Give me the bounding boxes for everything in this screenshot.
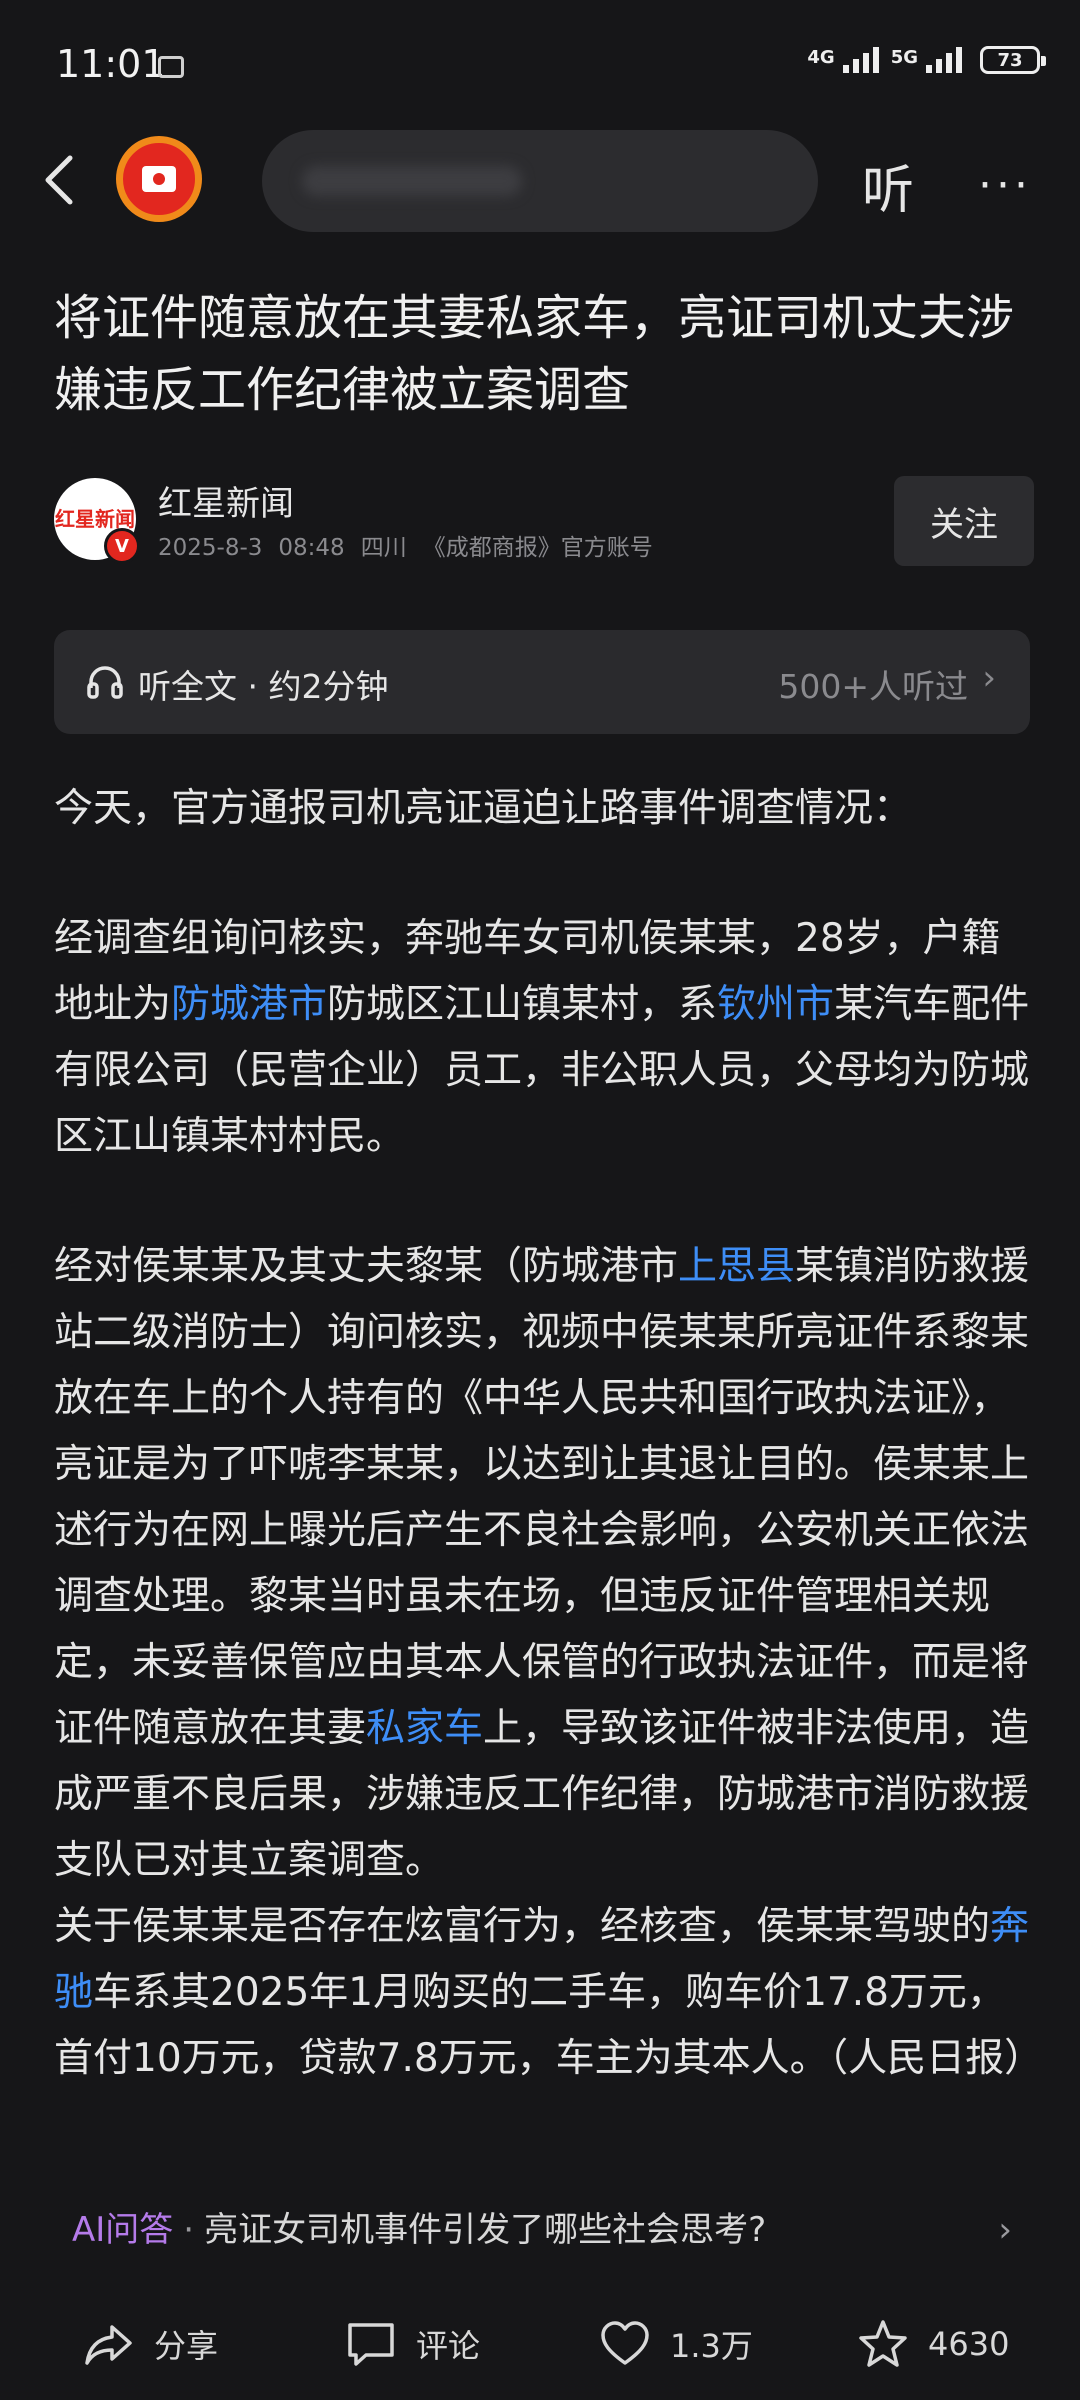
signal-5g-icon: 5G [891,47,962,73]
link-private-car[interactable]: 私家车 [366,1706,483,1751]
favorite-icon [859,2320,907,2367]
article-title: 将证件随意放在其妻私家车，亮证司机丈夫涉嫌违反工作纪律被立案调查 [54,290,1015,418]
back-button[interactable] [40,152,90,208]
publish-time: 08:48 [278,535,345,561]
paragraph-4: 关于侯某某是否存在炫富行为，经核查，侯某某驾驶的奔驰车系其2025年1月购买的二… [54,1904,1044,2081]
battery-icon: 73 [980,46,1046,74]
ai-question-text: 亮证女司机事件引发了哪些社会思考? [204,2210,767,2250]
link-shangsi[interactable]: 上思县 [678,1244,795,1289]
ai-qa-label: AI问答 [72,2210,174,2250]
account-avatar[interactable] [116,136,202,222]
comment-button[interactable]: 评论 [344,2314,480,2374]
favorite-button[interactable]: 4630 [856,2314,1009,2374]
listen-button[interactable]: 听 [862,148,914,223]
headphone-icon [87,666,123,699]
author-row: 红星新闻 V 红星新闻 2025-8-3 08:48 四川 《成都商报》官方账号 关注 [54,476,1034,568]
top-bar: 听 ··· [0,130,1080,232]
favorite-count: 4630 [928,2325,1010,2363]
listen-full-text-bar[interactable]: 听全文 · 约2分钟 500+人听过 › [54,630,1030,734]
author-name[interactable]: 红星新闻 [158,476,294,525]
paragraph-2: 经调查组询问核实，奔驰车女司机侯某某，28岁，户籍地址为防城港市防城区江山镇某村… [54,916,1030,1159]
like-button[interactable]: 1.3万 [598,2314,753,2374]
comment-label: 评论 [416,2327,481,2365]
status-indicators: 4G 5G 73 [807,46,1046,74]
verified-badge: V [104,528,140,564]
like-icon [601,2321,649,2365]
search-bar[interactable] [262,130,818,232]
link-fangchenggang[interactable]: 防城港市 [171,982,327,1027]
listen-count: 500+人听过 [778,667,968,706]
ai-question-row[interactable]: AI问答 · 亮证女司机事件引发了哪些社会思考? › [72,2200,1012,2260]
signal-4g-icon: 4G [807,47,879,73]
follow-button[interactable]: 关注 [894,476,1034,566]
chevron-right-icon: › [998,2210,1012,2250]
listen-label: 听全文 · 约2分钟 [138,667,389,706]
bottom-action-bar: 分享 评论 1.3万 4630 [0,2300,1080,2400]
paragraph-3: 经对侯某某及其丈夫黎某（防城港市上思县某镇消防救援站二级消防士）询问核实，视频中… [54,1244,1030,1883]
status-time: 11:01 [56,42,166,86]
share-button[interactable]: 分享 [82,2314,218,2374]
link-qinzhou[interactable]: 钦州市 [717,982,834,1027]
status-bar: 11:01 4G 5G 73 [0,0,1080,130]
article-body: 今天，官方通报司机亮证逼迫让路事件调查情况： 经调查组询问核实，奔驰车女司机侯某… [54,776,1044,2092]
share-icon [85,2325,132,2365]
like-count: 1.3万 [670,2327,753,2365]
share-label: 分享 [154,2327,219,2365]
comment-icon [348,2323,394,2366]
author-meta: 2025-8-3 08:48 四川 《成都商报》官方账号 [158,528,669,562]
notification-app-icon [158,56,184,78]
paragraph-1: 今天，官方通报司机亮证逼迫让路事件调查情况： [54,786,913,831]
more-button[interactable]: ··· [978,160,1032,211]
account-source: 《成都商报》官方账号 [422,535,653,561]
publish-location: 四川 [360,535,407,561]
publish-date: 2025-8-3 [158,535,263,561]
back-icon [45,155,73,205]
chevron-right-icon: › [982,658,996,698]
